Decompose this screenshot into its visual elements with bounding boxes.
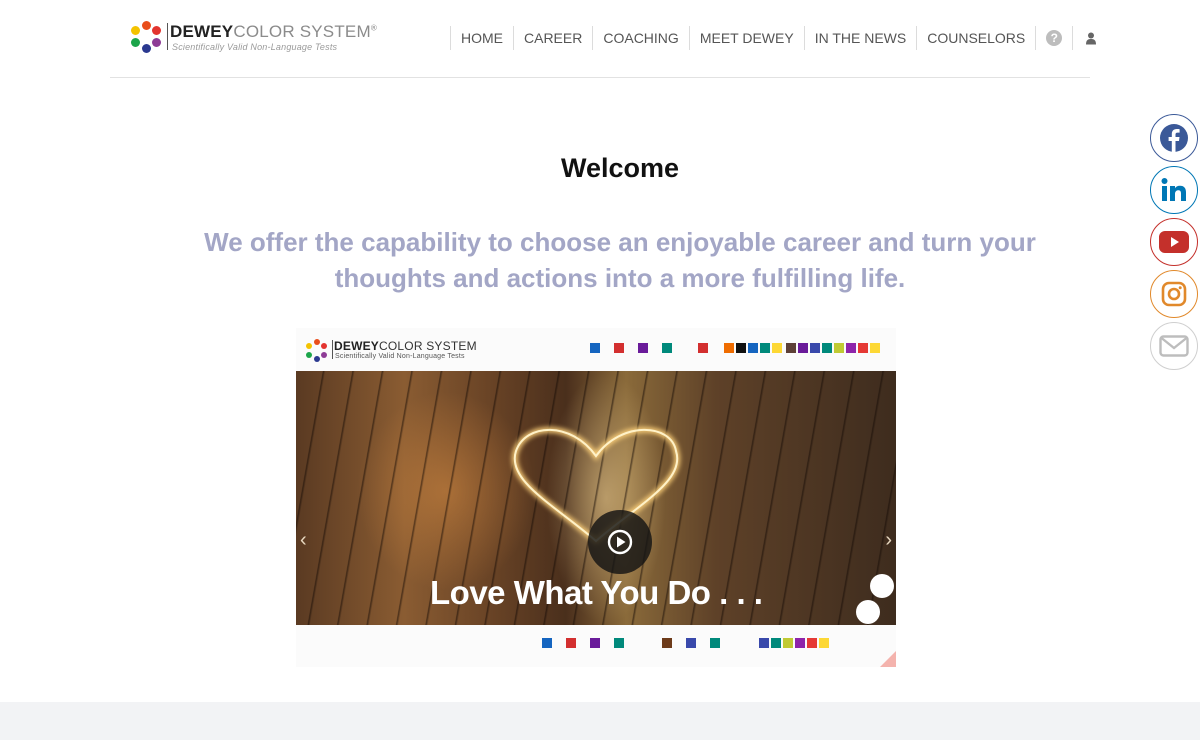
video-logo-name-bold: DEWEY xyxy=(334,339,380,353)
color-swatch xyxy=(686,638,696,648)
color-swatch xyxy=(786,343,796,353)
instagram-icon xyxy=(1161,281,1187,307)
color-swatch xyxy=(590,638,600,648)
color-swatch xyxy=(772,343,782,353)
user-icon xyxy=(1086,32,1097,44)
youtube-button[interactable] xyxy=(1150,218,1198,266)
color-swatch xyxy=(638,343,648,353)
chevron-left-icon: ‹ xyxy=(300,529,307,551)
instagram-button[interactable] xyxy=(1150,270,1198,318)
color-swatch xyxy=(662,638,672,648)
question-circle-icon: ? xyxy=(1046,30,1063,46)
nav-career[interactable]: CAREER xyxy=(513,26,592,50)
logo-name-bold: DEWEY xyxy=(170,22,234,41)
color-swatch xyxy=(846,343,856,353)
color-swatch xyxy=(798,343,808,353)
youtube-icon xyxy=(1159,231,1189,253)
nav-meet-dewey[interactable]: MEET DEWEY xyxy=(688,26,804,50)
facebook-button[interactable] xyxy=(1150,114,1198,162)
nav-coaching[interactable]: COACHING xyxy=(592,26,688,50)
color-swatch xyxy=(834,343,844,353)
color-swatch xyxy=(614,343,624,353)
play-button[interactable] xyxy=(588,510,652,574)
color-swatch xyxy=(822,343,832,353)
color-swatch xyxy=(759,638,769,648)
video-slider[interactable]: DEWEYCOLOR SYSTEM Scientifically Valid N… xyxy=(296,328,896,667)
color-swatch xyxy=(771,638,781,648)
color-swatch xyxy=(566,638,576,648)
logo-name-light: COLOR SYSTEM xyxy=(233,22,371,41)
video-logo-name-light: COLOR SYSTEM xyxy=(379,339,477,353)
video-logo-divider xyxy=(332,340,333,359)
logo-wordmark: DEWEYCOLOR SYSTEM® xyxy=(170,22,377,42)
footer-band xyxy=(0,702,1200,740)
color-swatch xyxy=(662,343,672,353)
linkedin-icon xyxy=(1161,178,1186,201)
corner-accent xyxy=(880,651,896,667)
facebook-icon xyxy=(1160,124,1188,152)
color-swatch xyxy=(698,343,708,353)
video-logo-dots-icon xyxy=(306,338,330,362)
email-button[interactable] xyxy=(1150,322,1198,370)
nav-in-the-news[interactable]: IN THE NEWS xyxy=(803,26,917,50)
logo-trademark: ® xyxy=(370,23,377,33)
color-swatch xyxy=(736,343,746,353)
video-frame: ‹ › Love What You Do . . . xyxy=(296,371,896,625)
color-swatch xyxy=(710,638,720,648)
email-icon xyxy=(1159,335,1189,357)
color-swatch xyxy=(614,638,624,648)
chevron-right-icon: › xyxy=(885,529,892,551)
help-button[interactable]: ? xyxy=(1035,26,1072,50)
color-swatch xyxy=(807,638,817,648)
color-swatch xyxy=(819,638,829,648)
slider-prev-button[interactable]: ‹ xyxy=(300,529,307,552)
slider-next-button[interactable]: › xyxy=(885,529,892,552)
play-icon xyxy=(607,529,633,555)
logo-tagline: Scientifically Valid Non-Language Tests xyxy=(172,42,338,52)
site-header: DEWEYCOLOR SYSTEM® Scientifically Valid … xyxy=(110,0,1097,78)
color-swatch xyxy=(795,638,805,648)
video-logo: DEWEYCOLOR SYSTEM Scientifically Valid N… xyxy=(306,338,506,362)
color-swatch xyxy=(542,638,552,648)
color-swatch xyxy=(810,343,820,353)
logo-divider xyxy=(167,23,168,50)
color-swatch xyxy=(858,343,868,353)
color-swatch xyxy=(748,343,758,353)
account-button[interactable] xyxy=(1072,26,1109,50)
linkedin-button[interactable] xyxy=(1150,166,1198,214)
video-logo-tagline: Scientifically Valid Non-Language Tests xyxy=(335,353,465,360)
color-swatch xyxy=(724,343,734,353)
page-tagline: We offer the capability to choose an enj… xyxy=(204,227,1036,293)
page-title: Welcome xyxy=(560,153,680,183)
logo-dots-icon xyxy=(130,18,166,58)
circle-shape-1 xyxy=(870,574,894,598)
main-nav: HOME CAREER COACHING MEET DEWEY IN THE N… xyxy=(450,26,1109,50)
color-swatch xyxy=(783,638,793,648)
nav-home[interactable]: HOME xyxy=(450,26,513,50)
color-swatch xyxy=(760,343,770,353)
nav-counselors[interactable]: COUNSELORS xyxy=(916,26,1035,50)
color-swatch xyxy=(590,343,600,353)
circle-shape-2 xyxy=(856,600,880,624)
dewey-logo[interactable]: DEWEYCOLOR SYSTEM® Scientifically Valid … xyxy=(130,18,390,58)
color-swatch xyxy=(870,343,880,353)
video-logo-wordmark: DEWEYCOLOR SYSTEM xyxy=(334,339,477,353)
video-caption: Love What You Do . . . xyxy=(430,574,763,611)
